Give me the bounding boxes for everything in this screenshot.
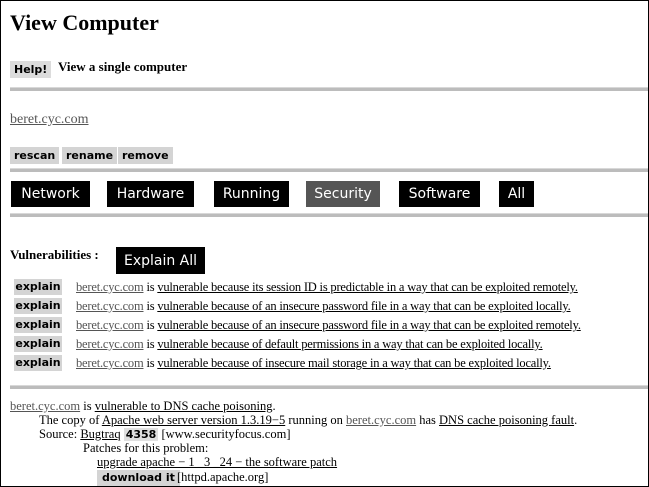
explain-all-button[interactable]: Explain All — [116, 247, 205, 274]
rescan-button[interactable]: rescan — [10, 147, 60, 164]
tab-network[interactable]: Network — [11, 181, 90, 207]
divider — [10, 168, 648, 172]
download-button[interactable]: download it — [97, 470, 180, 486]
connector-text: is — [146, 280, 155, 294]
patches-label: Patches for this problem: — [83, 441, 209, 455]
connector-text: is — [146, 337, 155, 351]
explain-button[interactable]: explain — [14, 317, 62, 333]
vulnerability-link[interactable]: vulnerable because its session ID is pre… — [157, 280, 578, 294]
vulnerability-text: beret.cyc.com is vulnerable because of a… — [76, 317, 581, 333]
page-subtitle: View a single computer — [58, 59, 188, 74]
host-link[interactable]: beret.cyc.com — [76, 299, 144, 313]
explain-button[interactable]: explain — [14, 279, 62, 295]
bugtraq-id-badge[interactable]: 4358 — [123, 428, 159, 441]
detail-summary: beret.cyc.com is vulnerable to DNS cache… — [10, 399, 276, 414]
host-link[interactable]: beret.cyc.com — [10, 399, 80, 413]
remove-button[interactable]: remove — [118, 147, 173, 164]
vulnerability-text: beret.cyc.com is vulnerable because of a… — [76, 298, 571, 314]
explain-button[interactable]: explain — [14, 336, 62, 352]
host-link[interactable]: beret.cyc.com — [76, 318, 144, 332]
has-text: has — [419, 413, 436, 427]
source-site-text: [www.securityfocus.com] — [161, 427, 291, 441]
tab-running[interactable]: Running — [214, 181, 289, 207]
download-site-text: [httpd.apache.org] — [177, 470, 269, 484]
patch-row: upgrade apache − 1 _3 _24 − the software… — [97, 455, 337, 470]
vulnerability-text: beret.cyc.com is vulnerable because of d… — [76, 336, 543, 352]
explain-button[interactable]: explain — [14, 298, 62, 314]
period-text: . — [574, 413, 578, 427]
vulnerability-link[interactable]: vulnerable because of an insecure passwo… — [157, 318, 581, 332]
rename-button[interactable]: rename — [62, 147, 118, 164]
hostname-link[interactable]: beret.cyc.com — [10, 112, 89, 128]
running-host-link[interactable]: beret.cyc.com — [346, 413, 416, 427]
view-computer-page: View Computer Help! View a single comput… — [0, 0, 649, 487]
patch-link[interactable]: upgrade apache − 1 _3 _24 − the software… — [97, 455, 337, 469]
vulnerabilities-label: Vulnerabilities : — [10, 247, 99, 262]
host-link[interactable]: beret.cyc.com — [76, 356, 144, 370]
detail-source: Source: Bugtraq 4358 [www.securityfocus.… — [39, 427, 290, 442]
software-link[interactable]: Apache web server version 1.3.19−5 — [102, 413, 285, 427]
vulnerability-link[interactable]: vulnerable because of an insecure passwo… — [157, 299, 570, 313]
vulnerability-text: beret.cyc.com is vulnerable because its … — [76, 279, 578, 295]
host-link[interactable]: beret.cyc.com — [76, 280, 144, 294]
divider — [10, 385, 648, 389]
connector-text: is — [146, 318, 155, 332]
is-text: is — [83, 399, 92, 413]
vulnerability-text: beret.cyc.com is vulnerable because of i… — [76, 355, 551, 371]
help-button[interactable]: Help! — [10, 61, 52, 78]
page-title: View Computer — [10, 10, 159, 35]
fault-link[interactable]: DNS cache poisoning fault — [439, 413, 574, 427]
tab-software[interactable]: Software — [399, 181, 480, 207]
divider — [10, 87, 648, 91]
vulnerability-link[interactable]: vulnerable because of insecure mail stor… — [157, 356, 551, 370]
tab-all[interactable]: All — [499, 181, 534, 207]
dns-vulnerability-link[interactable]: vulnerable to DNS cache poisoning — [95, 399, 273, 413]
period-text: . — [272, 399, 276, 413]
host-link[interactable]: beret.cyc.com — [76, 337, 144, 351]
explain-button[interactable]: explain — [14, 355, 62, 371]
connector-text: is — [146, 299, 155, 313]
divider — [10, 213, 648, 217]
vulnerability-link[interactable]: vulnerable because of default permission… — [157, 337, 542, 351]
tab-security[interactable]: Security — [306, 181, 380, 207]
running-on-text: running on — [288, 413, 343, 427]
tab-hardware[interactable]: Hardware — [107, 181, 194, 207]
copy-prefix-text: The copy of — [39, 413, 100, 427]
detail-copy: The copy of Apache web server version 1.… — [39, 413, 577, 428]
connector-text: is — [146, 356, 155, 370]
source-label: Source: — [39, 427, 78, 441]
bugtraq-link[interactable]: Bugtraq — [80, 427, 120, 441]
